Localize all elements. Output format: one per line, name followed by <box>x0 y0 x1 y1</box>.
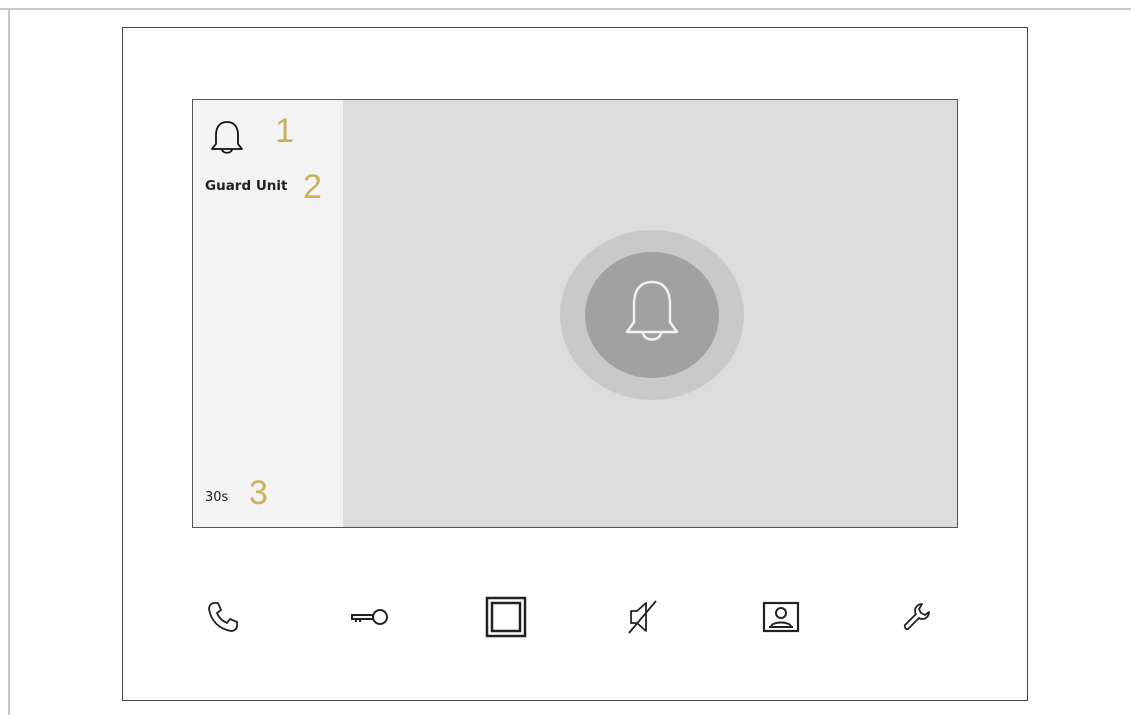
bell-icon <box>625 280 679 341</box>
user-card-icon <box>762 601 800 633</box>
key-icon <box>351 609 388 625</box>
callout-3: 3 <box>249 474 268 512</box>
mute-button[interactable] <box>619 593 667 641</box>
unlock-door-button[interactable] <box>346 593 394 641</box>
callout-2: 2 <box>303 168 322 206</box>
frame-top-border <box>0 8 1131 10</box>
contacts-button[interactable] <box>757 593 805 641</box>
indoor-station-device: 1 Guard Unit 2 30s 3 <box>122 27 1028 701</box>
page: 1 Guard Unit 2 30s 3 <box>0 0 1131 715</box>
surveillance-icon <box>485 596 527 638</box>
ringing-indicator <box>560 230 744 400</box>
ringing-indicator-inner <box>585 252 719 378</box>
call-info-panel: 1 Guard Unit 2 30s 3 <box>193 100 343 527</box>
settings-button[interactable] <box>893 593 941 641</box>
wrench-icon <box>903 603 930 631</box>
mute-icon <box>628 600 657 634</box>
frame-left-border <box>8 8 10 715</box>
phone-icon <box>208 602 238 632</box>
device-screen: 1 Guard Unit 2 30s 3 <box>192 99 958 528</box>
surveillance-button[interactable] <box>482 593 530 641</box>
callout-1: 1 <box>275 112 294 150</box>
bell-icon <box>211 121 243 154</box>
answer-call-button[interactable] <box>199 593 247 641</box>
caller-name: Guard Unit <box>205 178 288 194</box>
call-timer: 30s <box>205 490 229 505</box>
